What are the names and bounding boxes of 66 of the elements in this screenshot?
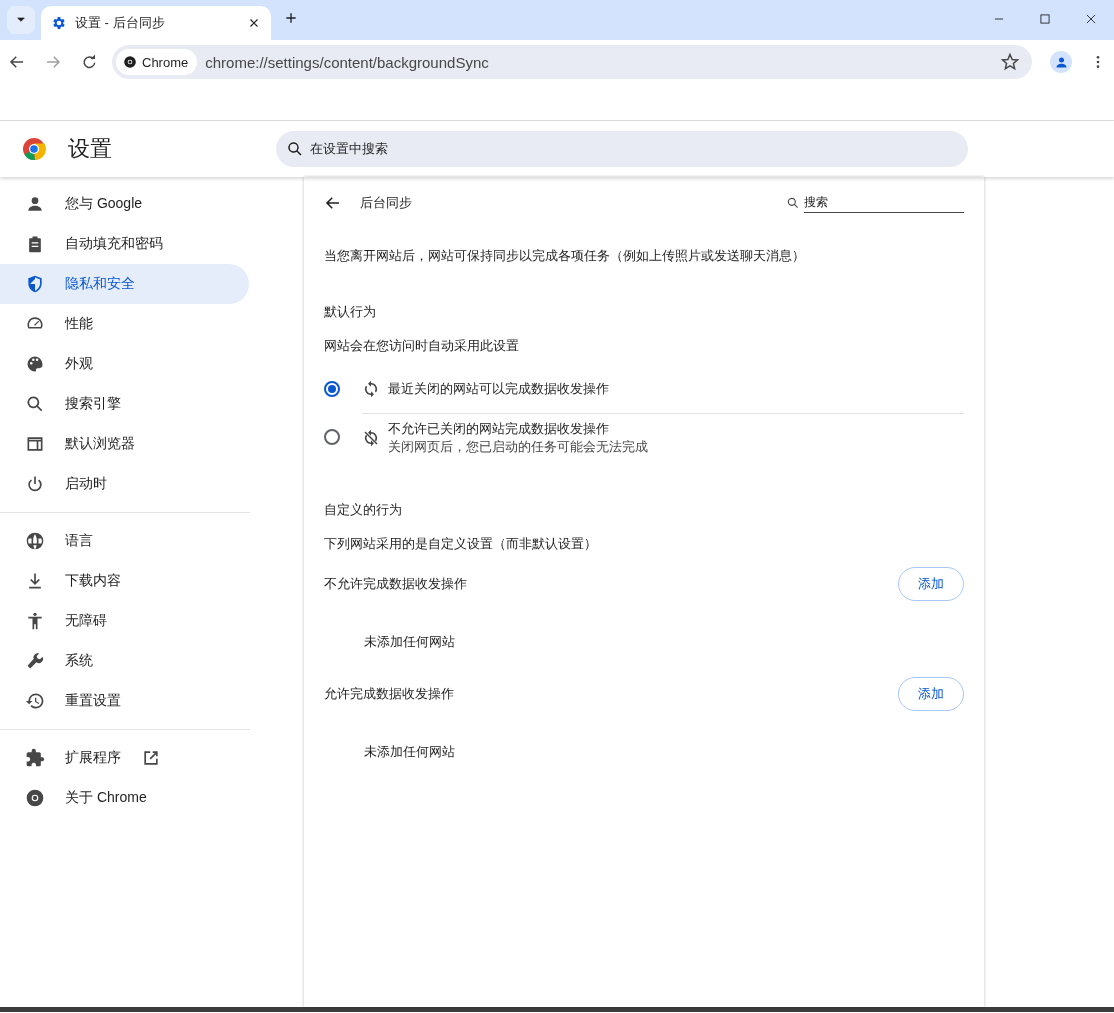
sidebar-item[interactable]: 无障碍 [0,601,249,641]
add-button[interactable]: 添加 [898,677,964,711]
tab-title: 设置 - 后台同步 [75,14,166,32]
power-icon [25,474,45,494]
option-label: 不允许已关闭的网站完成数据收发操作 [388,419,610,438]
person-icon [25,194,45,214]
radio-button[interactable] [324,429,340,445]
option-description: 关闭网页后，您已启动的任务可能会无法完成 [388,437,648,456]
empty-list-message: 未添加任何网站 [363,743,456,761]
gear-icon [51,15,67,31]
section-heading: 默认行为 [324,303,377,321]
sidebar-item[interactable]: 默认浏览器 [0,424,249,464]
history-icon [25,691,45,711]
section-subheading: 网站会在您访问时自动采用此设置 [324,337,520,355]
sidebar-item[interactable]: 扩展程序 [0,738,249,778]
palette-icon [25,354,45,374]
url-text: chrome://settings/content/backgroundSync [205,53,490,71]
sidebar-item[interactable]: 您与 Google [0,184,249,224]
page-description: 当您离开网站后，网站可保持同步以完成各项任务（例如上传照片或发送聊天消息） [324,247,806,265]
section-subheading: 下列网站采用的是自定义设置（而非默认设置） [324,535,598,553]
empty-list-message: 未添加任何网站 [363,633,456,651]
settings-search-field[interactable]: 在设置中搜索 [276,131,968,167]
shield-icon [25,274,45,294]
wrench-icon [25,651,45,671]
settings-title: 设置 [68,135,113,163]
radio-button[interactable] [324,381,340,397]
browser-window-icon [25,434,45,454]
plus-icon [283,10,299,26]
add-button[interactable]: 添加 [898,567,964,601]
site-chip[interactable]: Chrome [116,49,198,75]
sync-disabled-icon [362,428,380,447]
sidebar-item[interactable]: 关于 Chrome [0,778,249,818]
search-icon [286,140,304,158]
sidebar-item[interactable]: 语言 [0,521,249,561]
star-icon [1000,52,1020,72]
search-field[interactable]: 搜索 [804,193,964,213]
section-heading: 自定义的行为 [324,501,403,519]
browser-tab[interactable]: 设置 - 后台同步 [41,6,271,40]
list-title: 允许完成数据收发操作 [324,685,454,703]
page-title: 后台同步 [360,194,413,212]
close-icon [1084,12,1098,26]
sync-icon [362,380,380,398]
reload-icon [80,53,98,71]
list-title: 不允许完成数据收发操作 [324,575,467,593]
puzzle-icon [25,748,45,768]
forward-arrow-icon [44,53,62,71]
sidebar-item[interactable]: 启动时 [0,464,249,504]
sidebar-item[interactable]: 隐私和安全 [0,264,249,304]
sidebar-item[interactable]: 系统 [0,641,249,681]
back-arrow-icon [324,194,342,212]
option-label: 最近关闭的网站可以完成数据收发操作 [388,380,609,398]
external-link-icon [141,748,161,768]
search-icon [25,394,45,414]
back-arrow-icon [8,53,26,71]
sidebar-item[interactable]: 下载内容 [0,561,249,601]
accessibility-icon [25,611,45,631]
sidebar-item[interactable]: 外观 [0,344,249,384]
address-bar[interactable]: Chrome chrome://settings/content/backgroundSync [112,45,1032,79]
sidebar-item[interactable]: 性能 [0,304,249,344]
sidebar-item[interactable]: 自动填充和密码 [0,224,249,264]
search-icon [786,196,800,210]
sidebar-item[interactable]: 重置设置 [0,681,249,721]
sidebar-item[interactable]: 搜索引擎 [0,384,249,424]
globe-icon [25,531,45,551]
maximize-icon [1038,12,1052,26]
profile-avatar[interactable] [1050,51,1072,73]
